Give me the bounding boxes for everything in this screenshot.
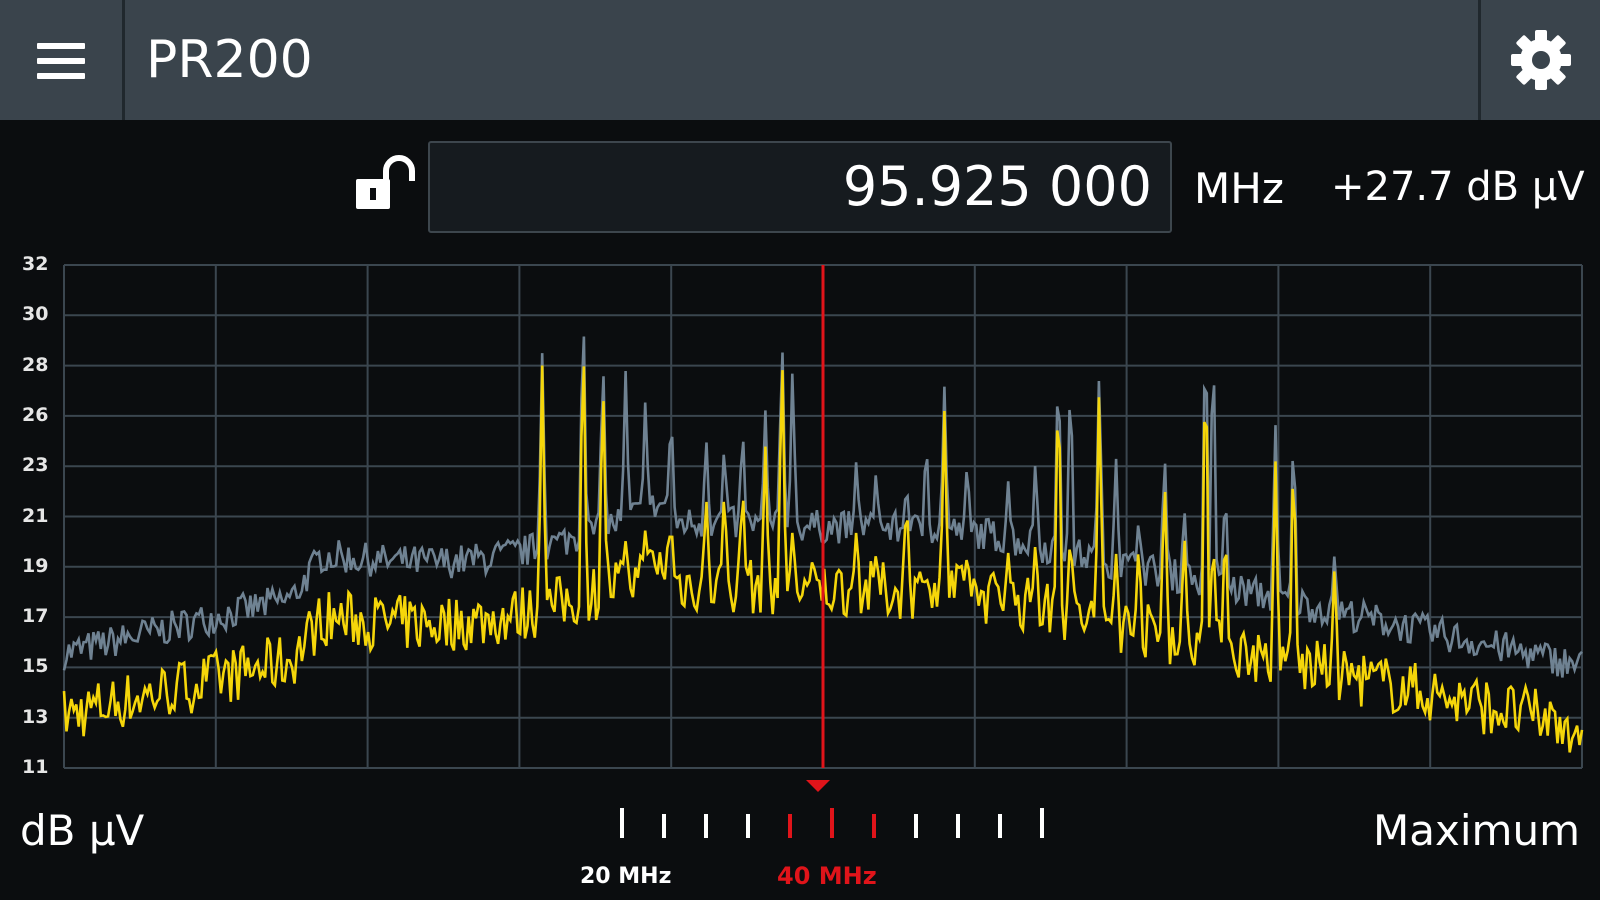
settings-button[interactable]: [1478, 0, 1600, 120]
menu-button[interactable]: [0, 0, 125, 120]
span-selector[interactable]: 20 MHz 40 MHz: [560, 780, 1080, 890]
level-unit-label: dB μV: [20, 806, 145, 855]
frequency-lock-button[interactable]: [352, 155, 418, 217]
frequency-input[interactable]: 95.925 000: [428, 141, 1172, 233]
spectrum-graph[interactable]: 32 30 28 26 23 21 19 17 15 13 11: [0, 250, 1600, 800]
gear-icon: [1511, 30, 1571, 90]
app-title: PR200: [146, 30, 313, 90]
span-label-20mhz[interactable]: 20 MHz: [580, 864, 671, 889]
level-readout: +27.7 dB μV: [1331, 164, 1585, 210]
app-bar: PR200: [0, 0, 1600, 120]
span-label-40mhz[interactable]: 40 MHz: [777, 862, 877, 890]
span-pointer-icon: [806, 780, 830, 792]
unlocked-padlock-icon: [356, 155, 415, 209]
trace-mode-label[interactable]: Maximum: [1373, 806, 1580, 855]
spectrum-plot: [62, 264, 1584, 769]
frequency-value: 95.925 000: [842, 155, 1152, 218]
frequency-unit: MHz: [1194, 164, 1284, 213]
